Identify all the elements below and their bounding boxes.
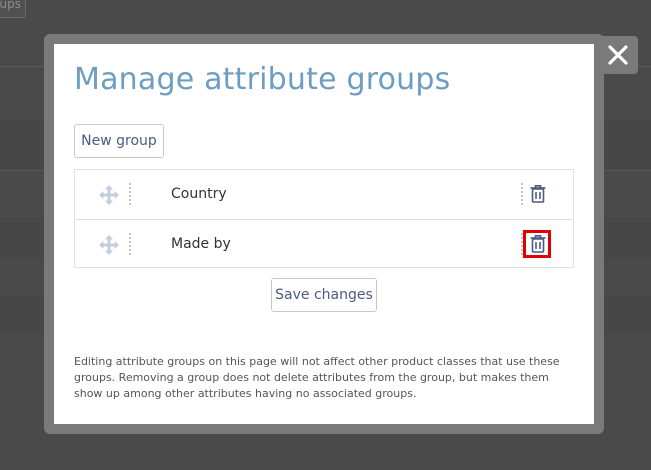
trash-icon[interactable] [529, 184, 547, 204]
manage-groups-dialog: Manage attribute groups New group Countr… [54, 44, 594, 424]
groups-list: Country Made by [74, 169, 574, 268]
divider [129, 233, 131, 255]
dialog-title: Manage attribute groups [74, 62, 451, 97]
trash-icon[interactable] [529, 234, 547, 254]
close-button[interactable] [598, 36, 638, 74]
group-name[interactable]: Made by [171, 220, 231, 269]
list-item: Made by [75, 219, 573, 269]
save-changes-button[interactable]: Save changes [271, 278, 377, 312]
close-icon [608, 45, 628, 65]
move-icon[interactable] [99, 185, 119, 205]
move-icon[interactable] [99, 235, 119, 255]
new-group-button[interactable]: New group [74, 124, 164, 158]
list-item: Country [75, 170, 573, 219]
help-text: Editing attribute groups on this page wi… [74, 355, 560, 400]
background-button: ups [0, 0, 26, 18]
group-name[interactable]: Country [171, 170, 227, 219]
divider [521, 183, 523, 205]
divider [129, 183, 131, 205]
